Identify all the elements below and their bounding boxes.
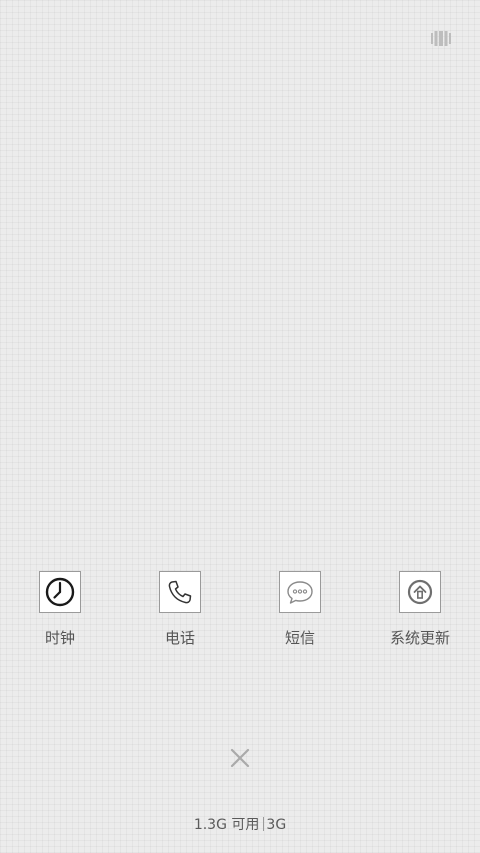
clock-icon	[45, 577, 75, 607]
app-label: 短信	[284, 629, 315, 647]
app-label: 时钟	[44, 629, 75, 647]
close-all-button[interactable]	[227, 745, 253, 771]
recent-app-phone[interactable]: 电话	[120, 571, 240, 647]
app-icon-frame	[159, 571, 201, 613]
system-update-icon	[407, 579, 433, 605]
recent-app-clock[interactable]: 时钟	[0, 571, 120, 647]
phone-icon	[168, 580, 192, 604]
app-label: 系统更新	[389, 629, 450, 647]
app-icon-frame	[279, 571, 321, 613]
memory-info: 1.3G 可用 3G	[0, 816, 480, 834]
app-icon-frame	[39, 571, 81, 613]
recent-app-messages[interactable]: 短信	[240, 571, 360, 647]
recent-apps-list: 时钟 电话 短信 系统更新	[0, 571, 480, 647]
app-label: 电话	[164, 629, 195, 647]
recents-view-toggle-button[interactable]	[429, 28, 453, 48]
memory-total: 3G	[266, 817, 287, 833]
app-icon-frame	[399, 571, 441, 613]
message-icon	[287, 581, 313, 604]
recents-view-toggle-icon	[431, 30, 451, 46]
memory-available: 1.3G 可用	[193, 817, 260, 833]
memory-divider	[263, 817, 265, 831]
recent-app-system-update[interactable]: 系统更新	[360, 571, 480, 647]
close-icon	[230, 748, 250, 768]
